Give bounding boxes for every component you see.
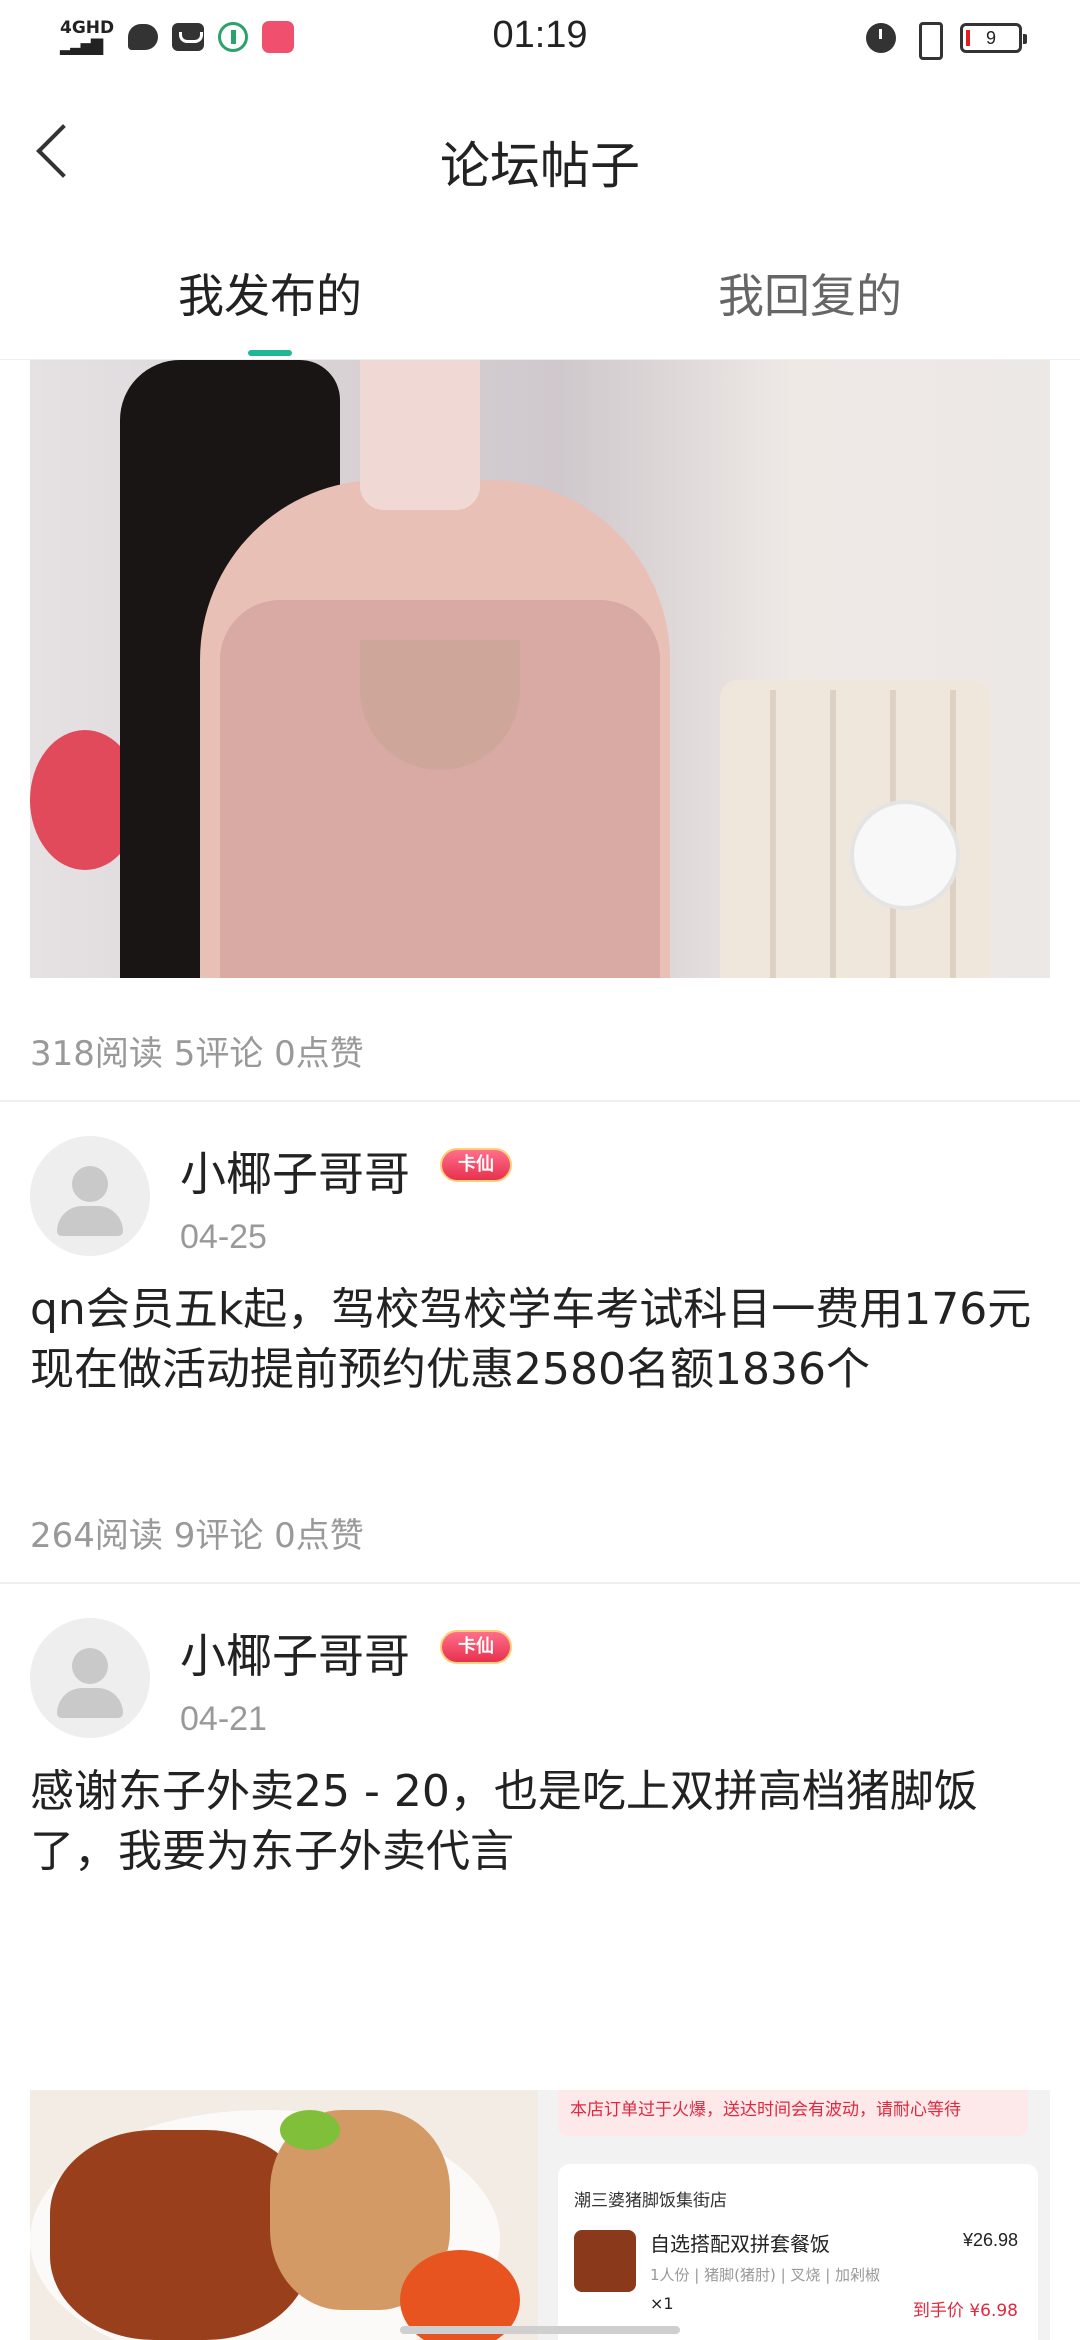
vip-badge: 卡仙 [440, 1148, 512, 1182]
avatar[interactable] [30, 1618, 150, 1738]
home-indicator[interactable] [400, 2326, 680, 2334]
post-content[interactable]: 感谢东子外卖25 - 20，也是吃上双拼高档猪脚饭了，我要为东子外卖代言 [30, 1762, 1050, 1882]
username[interactable]: 小椰子哥哥 [180, 1138, 410, 1204]
vip-badge: 卡仙 [440, 1630, 512, 1664]
post-date: 04-21 [180, 1700, 267, 1738]
photo-phone [360, 360, 480, 510]
item-spec: 1人份 | 猪脚(猪肘) | 叉烧 | 加剁椒 [650, 2266, 881, 2284]
order-card: 潮三婆猪脚饭集街店 自选搭配双拼套餐饭 ¥26.98 1人份 | 猪脚(猪肘) … [558, 2164, 1038, 2340]
page-title: 论坛帖子 [440, 137, 640, 195]
post-divider [0, 1582, 1080, 1584]
food-thumbnail [574, 2230, 636, 2292]
food-photo [30, 2090, 538, 2340]
post-image[interactable] [30, 360, 1050, 978]
status-right-icons: 9 [866, 22, 1027, 60]
store-name: 潮三婆猪脚饭集街店 [574, 2191, 727, 2211]
avatar-body [57, 1206, 123, 1236]
avatar-head [72, 1166, 108, 1202]
vibrate-icon [910, 22, 946, 60]
avatar-body [57, 1688, 123, 1718]
order-screenshot: 本店订单过于火爆，送达时间会有波动，请耐心等待 潮三婆猪脚饭集街店 自选搭配双拼… [538, 2090, 1050, 2340]
food-garnish [280, 2110, 340, 2150]
photo-headboard-line [770, 690, 776, 978]
item-quantity: ×1 [650, 2294, 674, 2313]
nav-header: 论坛帖子 [0, 100, 1080, 210]
tab-my-posts[interactable]: 我发布的 [0, 260, 540, 326]
post-stats: 264阅读 9评论 0点赞 [30, 1516, 364, 1556]
tab-bar: 我发布的 我回复的 [0, 240, 1080, 360]
order-warning: 本店订单过于火爆，送达时间会有波动，请耐心等待 [558, 2090, 1028, 2136]
avatar[interactable] [30, 1136, 150, 1256]
alarm-icon [866, 23, 896, 53]
pay-price: 到手价 ¥6.98 [912, 2301, 1018, 2321]
photo-headboard-line [830, 690, 836, 978]
post-divider [0, 1100, 1080, 1102]
status-bar: 4GHD ▂▃▅▇ 01:19 9 [0, 0, 1080, 84]
post-image[interactable]: 本店订单过于火爆，送达时间会有波动，请耐心等待 潮三婆猪脚饭集街店 自选搭配双拼… [30, 2090, 1050, 2340]
item-name: 自选搭配双拼套餐饭 [650, 2232, 830, 2256]
battery-icon: 9 [960, 23, 1027, 53]
post-content[interactable]: qn会员五k起，驾校驾校学车考试科目一费用176元现在做活动提前预约优惠2580… [30, 1280, 1050, 1400]
post-stats: 318阅读 5评论 0点赞 [30, 1034, 364, 1074]
post-date: 04-25 [180, 1218, 267, 1256]
active-tab-indicator [248, 350, 292, 356]
photo-fan [850, 800, 960, 910]
item-price: ¥26.98 [962, 2230, 1018, 2250]
username[interactable]: 小椰子哥哥 [180, 1620, 410, 1686]
avatar-head [72, 1648, 108, 1684]
tab-my-replies[interactable]: 我回复的 [540, 260, 1080, 326]
battery-level: 9 [985, 27, 996, 48]
